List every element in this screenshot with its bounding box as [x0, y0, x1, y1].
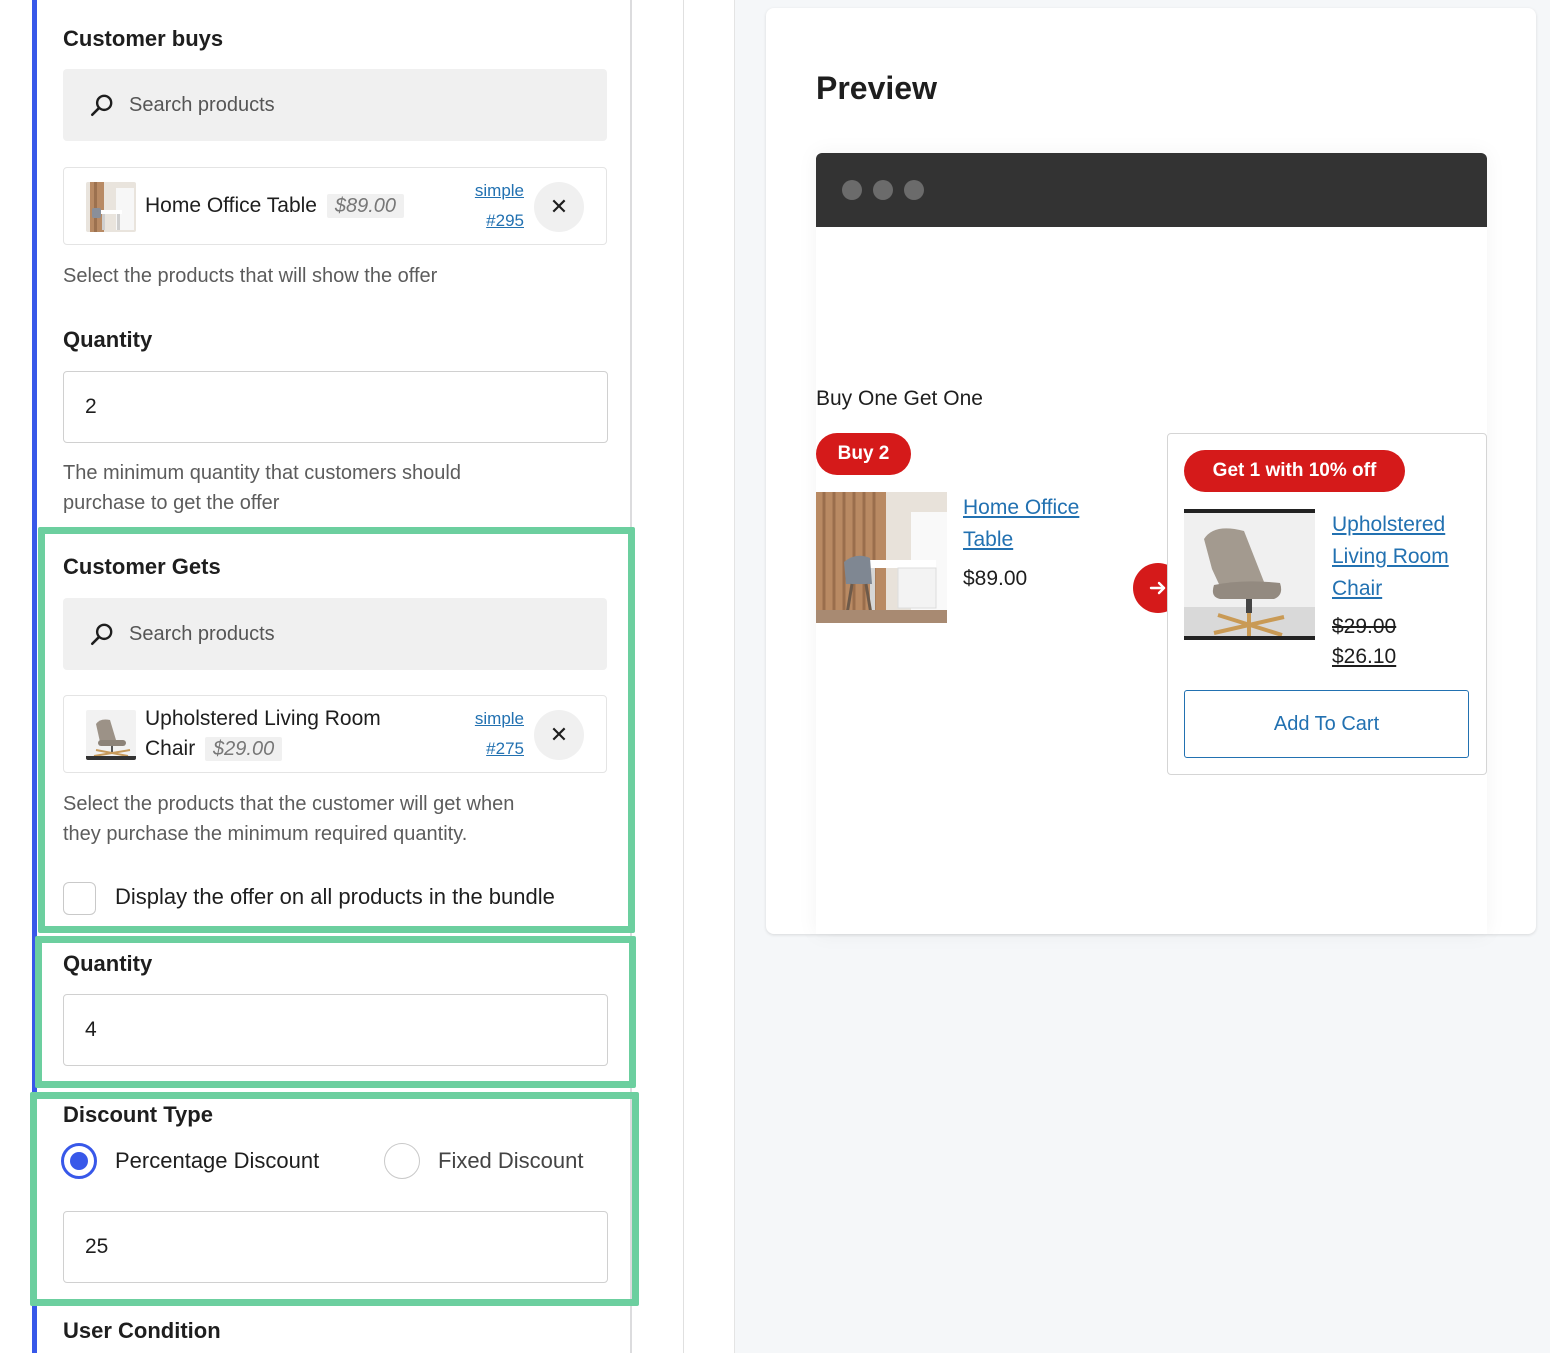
close-icon: ✕ [549, 194, 569, 219]
browser-toolbar [816, 153, 1487, 227]
product-id-link[interactable]: #275 [486, 734, 524, 764]
window-dot-icon [842, 180, 862, 200]
selected-product-card: Home Office Table $89.00 simple #295 ✕ [63, 167, 607, 245]
buy-product-link[interactable]: Home Office Table [963, 492, 1079, 556]
buy-badge: Buy 2 [816, 433, 911, 475]
discount-value-input[interactable]: 25 [63, 1211, 608, 1283]
window-dot-icon [904, 180, 924, 200]
product-price: $89.00 [326, 194, 404, 218]
fixed-discount-label: Fixed Discount [438, 1148, 584, 1173]
discount-type-heading: Discount Type [63, 1102, 213, 1127]
search-placeholder: Search products [129, 93, 275, 116]
customer-buys-heading: Customer buys [63, 26, 224, 51]
buy-product-price: $89.00 [963, 567, 1028, 590]
customer-buys-search-input[interactable]: Search products [63, 69, 607, 141]
selected-gift-product-card: Upholstered Living Room Chair $29.00 simp… [63, 695, 607, 773]
search-icon [90, 623, 113, 646]
product-id-link[interactable]: #295 [486, 206, 524, 236]
get-product-image[interactable] [1184, 509, 1315, 640]
display-all-checkbox[interactable] [63, 882, 96, 915]
search-placeholder: Search products [129, 622, 275, 645]
close-icon: ✕ [549, 722, 569, 747]
remove-product-button[interactable]: ✕ [534, 182, 584, 232]
get-quantity-input[interactable]: 4 [63, 994, 608, 1066]
get-product-new-price: $26.10 [1332, 645, 1397, 668]
user-condition-heading: User Condition [63, 1318, 221, 1343]
panel-gutter [632, 0, 684, 1353]
product-name: Upholstered Living Room Chair $29.00 [145, 707, 381, 761]
product-name: Home Office Table $89.00 [145, 191, 404, 221]
get-product-old-price: $29.00 [1332, 615, 1397, 638]
percentage-discount-label: Percentage Discount [115, 1148, 320, 1173]
add-to-cart-button[interactable]: Add To Cart [1184, 690, 1469, 758]
display-all-label: Display the offer on all products in the… [115, 884, 555, 909]
get-product-link[interactable]: Upholstered Living Room Chair [1332, 509, 1449, 605]
offer-title: Buy One Get One [816, 387, 983, 410]
buy-product-image[interactable] [816, 492, 947, 623]
customer-gets-heading: Customer Gets [63, 554, 221, 579]
product-thumbnail [86, 710, 136, 760]
customer-gets-search-input[interactable]: Search products [63, 598, 607, 670]
product-type-link[interactable]: simple [475, 704, 524, 734]
get-quantity-heading: Quantity [63, 951, 153, 976]
product-type-link[interactable]: simple [475, 176, 524, 206]
preview-title: Preview [816, 70, 937, 106]
buy-quantity-heading: Quantity [63, 327, 153, 352]
buy-quantity-help: The minimum quantity that customers shou… [63, 462, 461, 514]
customer-gets-help: Select the products that the customer wi… [63, 793, 515, 845]
get-badge: Get 1 with 10% off [1184, 450, 1405, 492]
product-price: $29.00 [205, 737, 283, 761]
remove-product-button[interactable]: ✕ [534, 710, 584, 760]
percentage-discount-radio[interactable] [61, 1143, 97, 1179]
search-icon [90, 94, 113, 117]
window-dot-icon [873, 180, 893, 200]
product-thumbnail [86, 182, 136, 232]
fixed-discount-radio[interactable] [384, 1143, 420, 1179]
buy-quantity-input[interactable]: 2 [63, 371, 608, 443]
customer-buys-help: Select the products that will show the o… [63, 265, 438, 287]
